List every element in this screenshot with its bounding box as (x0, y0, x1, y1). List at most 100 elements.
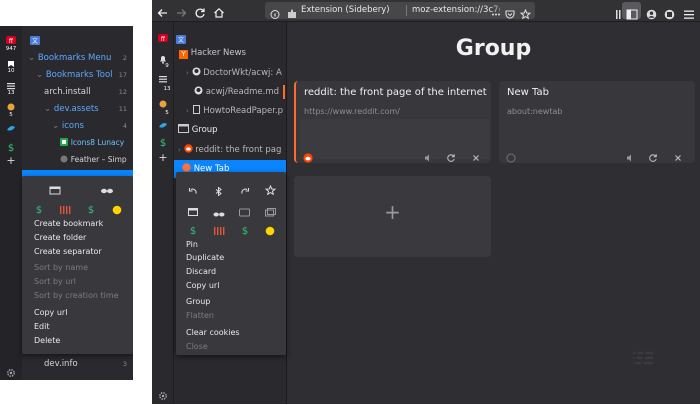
tab-row[interactable]: Y Hacker News (174, 44, 286, 62)
reload-icon[interactable] (194, 4, 206, 23)
bookmark-folder-row[interactable]: arch.install 12 (44, 84, 133, 100)
bookmark-folder-row[interactable]: ⌄ Bookmarks Tool 17 (36, 67, 133, 83)
mute-audio-icon[interactable] (625, 148, 635, 163)
reload-tab-icon[interactable] (446, 148, 456, 163)
reddit-icon (183, 144, 193, 153)
back-arrow-icon[interactable] (157, 4, 169, 23)
bookmarks-header-icon[interactable]: 文 (30, 30, 40, 49)
pin-item[interactable]: Pin (186, 239, 198, 251)
move-right-icon[interactable] (240, 181, 250, 200)
sort-by-url-item[interactable]: Sort by url (34, 275, 76, 288)
add-panel-icon[interactable]: + (0, 155, 22, 166)
group-icon (178, 124, 189, 133)
discard-item[interactable]: Discard (186, 266, 216, 278)
folder-label: dev.assets (53, 104, 99, 114)
bookmark-row[interactable]: Icons8 Lunacy (60, 135, 133, 151)
settings-gear-icon[interactable] (0, 363, 22, 380)
tab-card-footer (499, 143, 695, 163)
tab-title: reddit: the front pag (195, 145, 282, 155)
sort-by-name-item[interactable]: Sort by name (34, 261, 88, 274)
reload-tab-icon[interactable] (648, 148, 658, 163)
dollar-icon[interactable]: $ (152, 132, 174, 151)
group-item[interactable]: Group (186, 296, 210, 308)
bookmark-context-menu: $ $ Create bookmark Create folder Create… (22, 176, 133, 354)
firefox-icon (182, 163, 191, 172)
tab-card-url: https://www.reddit.com/ (304, 107, 400, 116)
dollar-container-icon[interactable]: $ (240, 220, 250, 239)
tab-row[interactable]: Group (174, 121, 286, 139)
sidebery-watermark-icon (631, 350, 655, 370)
sidebar-panel-strip: ff 9 13 5 $ + (152, 22, 174, 404)
tab-card-url: about:newtab (507, 107, 563, 116)
tab-row[interactable]: › DoctorWkt/acwj: A (174, 64, 286, 82)
tab-row[interactable]: acwj/Readme.md (174, 83, 286, 101)
create-folder-item[interactable]: Create folder (34, 231, 86, 244)
close-item[interactable]: Close (186, 341, 208, 353)
private-window-icon[interactable] (100, 181, 114, 200)
url-bar[interactable]: Extension (Sidebery) moz-extension://3c7… (265, 2, 535, 20)
bookmark-folder-row[interactable]: ⌄ Bookmarks Menu 2 (28, 50, 133, 66)
tab-row[interactable]: › reddit: the front pag (174, 141, 286, 159)
dollar-container-icon[interactable]: $ (86, 199, 96, 218)
close-tab-icon[interactable] (471, 148, 481, 163)
move-window-icon[interactable] (265, 202, 276, 221)
private-window-icon[interactable] (213, 203, 225, 222)
feather-icon (60, 155, 68, 163)
svg-text:$: $ (160, 138, 166, 147)
folder-count: 17 (118, 71, 127, 79)
add-panel-icon[interactable]: + (152, 152, 174, 163)
folder-count: 4 (122, 122, 127, 130)
tab-row[interactable]: › HowtoReadPaper.p (174, 102, 286, 120)
clear-cookies-item[interactable]: Clear cookies (186, 327, 240, 339)
folder-count: 11 (118, 105, 127, 113)
barcode-container-icon[interactable] (213, 221, 225, 240)
svg-text:$: $ (190, 226, 196, 235)
github-icon (194, 86, 203, 95)
hacker-news-icon: Y (179, 50, 188, 59)
open-in-panel-icon[interactable] (49, 181, 61, 200)
bird-icon[interactable] (0, 118, 22, 137)
sort-by-creation-time-item[interactable]: Sort by creation time (34, 289, 119, 302)
edit-item[interactable]: Edit (34, 320, 50, 333)
yellow-circle-icon[interactable] (112, 200, 122, 219)
create-separator-item[interactable]: Create separator (34, 245, 102, 258)
folder-count: 12 (118, 88, 127, 96)
copy-url-item[interactable]: Copy url (186, 280, 219, 292)
default-container-icon[interactable] (239, 202, 250, 221)
close-tab-icon[interactable] (673, 148, 683, 163)
delete-item[interactable]: Delete (34, 334, 60, 347)
bookmark-folder-row[interactable]: dev.info 3 (44, 356, 133, 372)
list-count-badge: 10 (7, 68, 15, 74)
bookmark-row[interactable]: Feather – Simp (60, 152, 133, 168)
new-tab-icon (506, 148, 516, 163)
settings-gear-icon[interactable] (152, 386, 174, 405)
dollar-container-icon[interactable]: $ (188, 220, 198, 239)
mute-audio-icon[interactable] (423, 148, 433, 163)
url-text[interactable]: moz-extension://3c7d88 (412, 2, 500, 19)
tab-card[interactable]: reddit: the front page of the internet h… (294, 81, 491, 163)
flatten-item[interactable]: Flatten (186, 310, 214, 322)
open-in-panel-icon[interactable] (188, 202, 198, 221)
create-bookmark-item[interactable]: Create bookmark (34, 217, 103, 230)
browser-window: Extension (Sidebery) moz-extension://3c7… (152, 0, 700, 404)
duplicate-item[interactable]: Duplicate (186, 252, 224, 264)
folder-label: icons (61, 121, 84, 131)
firefox-icon[interactable]: ff (152, 28, 174, 47)
bookmark-folder-row[interactable]: ⌄ icons 4 (52, 118, 133, 134)
folder-count: 3 (122, 360, 127, 368)
move-left-icon[interactable] (188, 181, 198, 200)
bluetooth-icon[interactable] (214, 181, 224, 200)
yellow-circle-icon[interactable] (265, 221, 275, 240)
add-tab-card[interactable]: + (294, 176, 491, 257)
dollar-container-icon[interactable]: $ (34, 199, 44, 218)
bookmarks-panel: ff 947 10 13 5 $ + 文 ⌄ Bookmarks Menu 2 (0, 26, 133, 380)
star-icon[interactable] (264, 180, 277, 199)
tab-card[interactable]: New Tab about:newtab (499, 81, 695, 163)
tab-context-menu: $ $ Pin Duplicate Discard Copy url Group… (176, 172, 286, 355)
bookmark-folder-row[interactable]: ⌄ dev.assets 11 (44, 101, 133, 117)
home-icon[interactable] (213, 4, 225, 23)
forward-arrow-icon[interactable] (175, 4, 187, 23)
svg-text:$: $ (36, 205, 42, 214)
copy-url-item[interactable]: Copy url (34, 306, 67, 319)
svg-text:$: $ (8, 143, 14, 152)
